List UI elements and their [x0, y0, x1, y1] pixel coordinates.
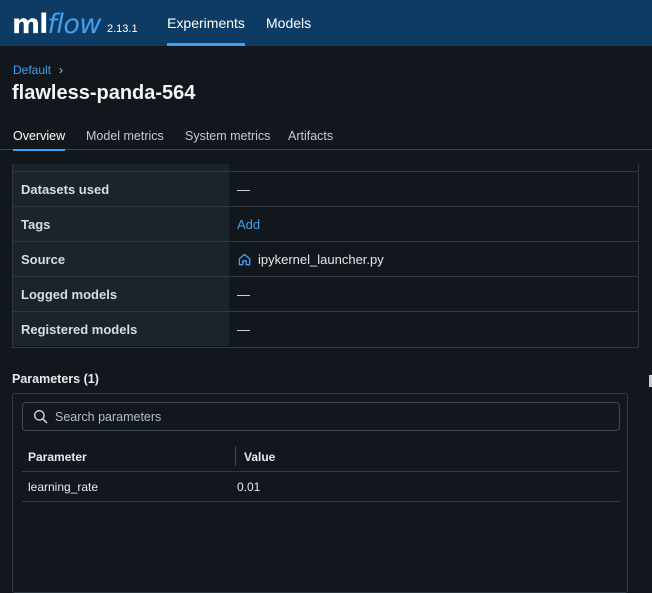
details-label — [13, 164, 229, 171]
details-row-source: Source ipykernel_launcher.py — [13, 241, 638, 276]
search-parameters-box[interactable] — [22, 402, 620, 431]
source-filename: ipykernel_launcher.py — [258, 251, 384, 267]
page-title: flawless-panda-564 — [12, 82, 196, 104]
column-resize-handle[interactable] — [235, 446, 236, 466]
version-label: 2.13.1 — [107, 23, 138, 35]
details-label: Registered models — [13, 312, 229, 346]
tab-model-metrics[interactable]: Model metrics — [86, 129, 164, 150]
parameters-title: Parameters (1) — [12, 372, 99, 386]
parameters-panel: Parameter Value learning_rate 0.01 — [12, 393, 628, 593]
parameter-name-cell: learning_rate — [28, 480, 99, 494]
home-icon — [238, 253, 251, 265]
breadcrumb-link-default[interactable]: Default — [13, 63, 51, 77]
details-value: — — [237, 321, 250, 337]
run-details-table: Datasets used — Tags Add Source ipykerne… — [12, 164, 639, 348]
details-value: — — [237, 286, 250, 302]
tab-artifacts[interactable]: Artifacts — [288, 129, 333, 150]
details-row-logged-models: Logged models — — [13, 276, 638, 311]
parameter-value-cell: 0.01 — [237, 480, 261, 494]
nav-tab-models[interactable]: Models — [266, 0, 314, 46]
nav-tab-models-label: Models — [266, 15, 312, 31]
details-row-datasets: Datasets used — — [13, 171, 638, 206]
logo-flow-text: flow — [47, 8, 101, 40]
details-value: — — [237, 181, 250, 197]
tab-overview[interactable]: Overview — [13, 129, 66, 151]
nav-tab-experiments[interactable]: Experiments — [167, 0, 245, 46]
details-label: Logged models — [13, 277, 229, 311]
table-row: learning_rate 0.01 — [22, 472, 620, 502]
top-navigation-bar: ml flow 2.13.1 Experiments Models — [0, 0, 652, 46]
details-label: Source — [13, 242, 229, 276]
chevron-right-icon: › — [59, 63, 64, 77]
nav-tab-experiments-label: Experiments — [167, 15, 245, 31]
run-tabs: Overview Model metrics System metrics Ar… — [0, 126, 652, 151]
source-value[interactable]: ipykernel_launcher.py — [229, 242, 638, 276]
details-value — [229, 164, 638, 171]
logo-ml-text: ml — [12, 8, 48, 40]
column-header-parameter[interactable]: Parameter — [28, 450, 87, 464]
column-header-value[interactable]: Value — [244, 450, 275, 464]
search-parameters-input[interactable] — [55, 409, 595, 424]
details-row-registered-models: Registered models — — [13, 311, 638, 346]
details-label: Tags — [13, 207, 229, 241]
add-tag-link[interactable]: Add — [229, 207, 638, 241]
breadcrumb: Default › — [13, 63, 63, 77]
details-label: Datasets used — [13, 172, 229, 206]
details-row-partial — [13, 164, 638, 171]
details-row-tags: Tags Add — [13, 206, 638, 241]
parameters-table-header: Parameter Value — [22, 444, 620, 472]
search-icon — [33, 409, 48, 424]
mlflow-logo[interactable]: ml flow 2.13.1 — [0, 0, 138, 46]
tab-system-metrics[interactable]: System metrics — [185, 129, 270, 150]
